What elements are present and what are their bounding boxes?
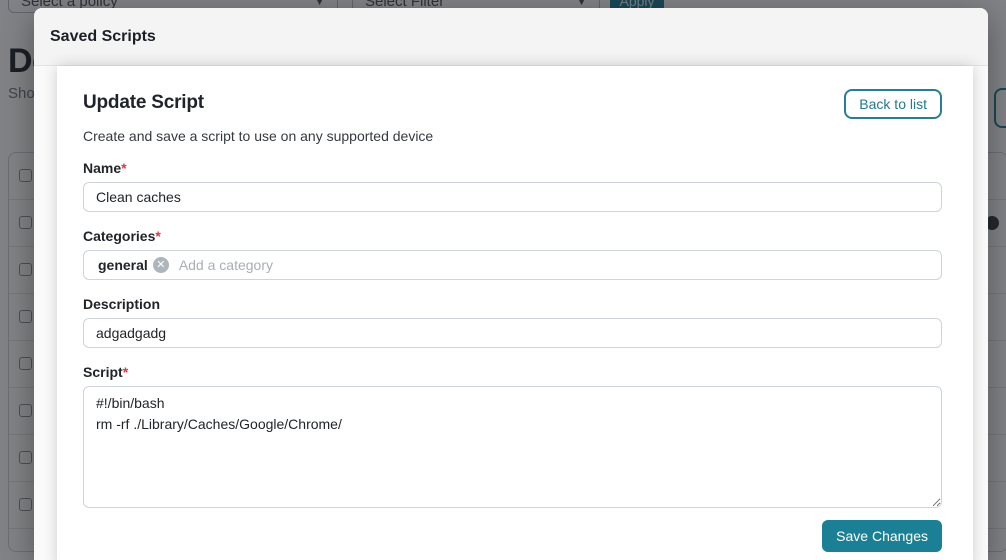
categories-label: Categories* <box>83 228 161 244</box>
add-category-input[interactable] <box>174 252 935 278</box>
required-asterisk: * <box>122 364 129 380</box>
required-asterisk: * <box>155 228 161 244</box>
category-tag-label: general <box>98 257 148 273</box>
saved-scripts-modal: Saved Scripts Update Script Back to list… <box>34 8 988 560</box>
description-label: Description <box>83 296 161 312</box>
modal-header: Saved Scripts <box>34 8 988 66</box>
category-tag: general ✕ <box>90 257 169 273</box>
update-script-panel: Update Script Back to list Create and sa… <box>57 66 973 560</box>
name-label: Name* <box>83 160 127 176</box>
modal-title: Saved Scripts <box>50 27 156 45</box>
name-input[interactable] <box>83 182 942 212</box>
required-asterisk: * <box>121 160 127 176</box>
save-changes-button[interactable]: Save Changes <box>822 520 942 552</box>
script-label: Script* <box>83 364 129 380</box>
remove-tag-icon[interactable]: ✕ <box>152 257 169 273</box>
description-input[interactable] <box>83 318 942 348</box>
form-subtitle: Create and save a script to use on any s… <box>83 128 434 144</box>
back-to-list-button[interactable]: Back to list <box>844 89 942 119</box>
script-textarea[interactable]: #!/bin/bash rm -rf ./Library/Caches/Goog… <box>83 386 942 508</box>
categories-input[interactable]: general ✕ <box>83 250 942 280</box>
form-heading: Update Script <box>83 92 204 113</box>
